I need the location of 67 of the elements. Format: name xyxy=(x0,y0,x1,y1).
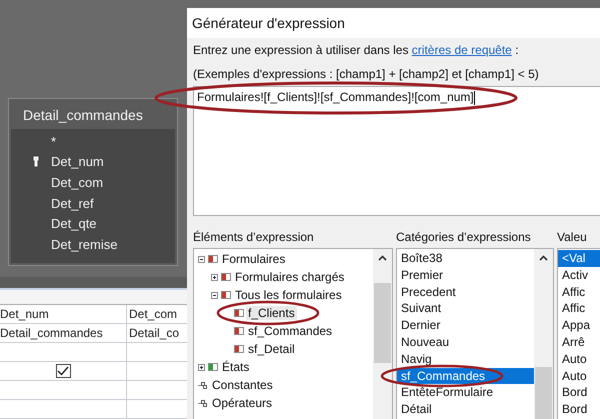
categories-label: Catégories d’expressions xyxy=(396,230,532,246)
tree-item[interactable]: Constantes xyxy=(210,378,275,392)
category-item[interactable]: Dernier xyxy=(397,317,534,334)
form-icon xyxy=(221,291,231,299)
expander-icon[interactable] xyxy=(198,256,206,262)
table-field[interactable]: * xyxy=(51,134,56,149)
value-item[interactable]: Affic xyxy=(558,284,600,300)
table-field[interactable]: Det_remise xyxy=(51,236,118,252)
expression-field[interactable]: Formulaires![f_Clients]![sf_Commandes]![com_num] xyxy=(193,86,600,216)
constant-icon xyxy=(198,380,208,390)
category-item[interactable]: Boîte38 xyxy=(397,250,534,267)
category-item[interactable]: Premier xyxy=(397,266,534,284)
category-item[interactable]: sf_Commandes xyxy=(397,368,534,384)
table-field[interactable]: Det_qte xyxy=(51,216,97,232)
expander-icon[interactable] xyxy=(198,364,206,370)
scrollbar[interactable] xyxy=(534,249,553,419)
value-item[interactable]: Bord xyxy=(558,401,600,418)
prompt-text: Entrez une expression à utiliser dans les critères de requête : xyxy=(193,42,520,59)
show-checkbox[interactable] xyxy=(56,364,70,378)
chevron-up-icon[interactable] xyxy=(539,255,548,261)
value-item[interactable]: <Val xyxy=(558,250,600,267)
tree-item[interactable]: Opérateurs xyxy=(210,396,274,410)
grid-cell[interactable]: Det_com xyxy=(127,305,187,323)
category-item[interactable]: Navig xyxy=(397,350,534,368)
grid-cell[interactable]: Det_num xyxy=(0,305,127,323)
form-icon xyxy=(234,327,244,335)
table-title: Detail_commandes xyxy=(22,106,144,125)
tree-item[interactable]: sf_Detail xyxy=(246,342,297,356)
table-field[interactable]: Det_ref xyxy=(51,196,94,211)
scrollbar[interactable] xyxy=(373,249,392,419)
form-icon xyxy=(208,363,218,371)
category-item[interactable]: Nouveau xyxy=(397,334,534,351)
chevron-up-icon[interactable] xyxy=(378,255,387,261)
value-item[interactable]: Bord xyxy=(558,384,600,402)
value-item[interactable]: Arrê xyxy=(558,334,600,351)
form-icon xyxy=(234,345,244,353)
grid-cell[interactable]: Detail_co xyxy=(127,324,187,342)
constant-icon xyxy=(198,398,208,408)
category-item[interactable]: EntêteFormulaire xyxy=(397,384,534,402)
table-field[interactable]: Det_com xyxy=(51,174,104,190)
form-icon xyxy=(221,273,231,281)
value-item[interactable]: Affic xyxy=(558,300,600,318)
dialog-title: Générateur d'expression xyxy=(192,15,345,31)
value-item[interactable]: Auto xyxy=(558,350,600,368)
grid-cell[interactable]: Detail_commandes xyxy=(0,324,127,342)
category-item[interactable]: Precedent xyxy=(397,284,534,300)
example-text: (Exemples d'expressions : [champ1] + [champ2] et [champ1] < 5) xyxy=(193,66,540,83)
expander-icon[interactable] xyxy=(211,274,219,280)
tree-item[interactable]: Formulaires chargés xyxy=(233,270,346,284)
tree-item[interactable]: Tous les formulaires xyxy=(233,288,344,302)
value-item[interactable]: Auto xyxy=(558,368,600,384)
category-item[interactable]: Suivant xyxy=(397,300,534,318)
values-label: Valeu xyxy=(557,230,588,246)
tree-item[interactable]: sf_Commandes xyxy=(246,324,334,338)
form-icon xyxy=(208,255,218,263)
value-item[interactable]: Activ xyxy=(558,266,600,284)
tree-item[interactable]: Formulaires xyxy=(220,252,288,266)
value-item[interactable]: Appa xyxy=(558,317,600,334)
form-icon xyxy=(234,309,244,317)
pane-splitter[interactable] xyxy=(0,276,187,290)
expander-icon[interactable] xyxy=(211,292,219,298)
table-field[interactable]: Det_num xyxy=(51,154,104,170)
elements-label: Éléments d’expression xyxy=(193,230,315,246)
criteria-link[interactable]: critères de requête xyxy=(412,43,512,57)
tree-item[interactable]: f_Clients xyxy=(246,306,297,320)
category-item[interactable]: Détail xyxy=(397,401,534,418)
tree-item[interactable]: États xyxy=(220,360,252,374)
